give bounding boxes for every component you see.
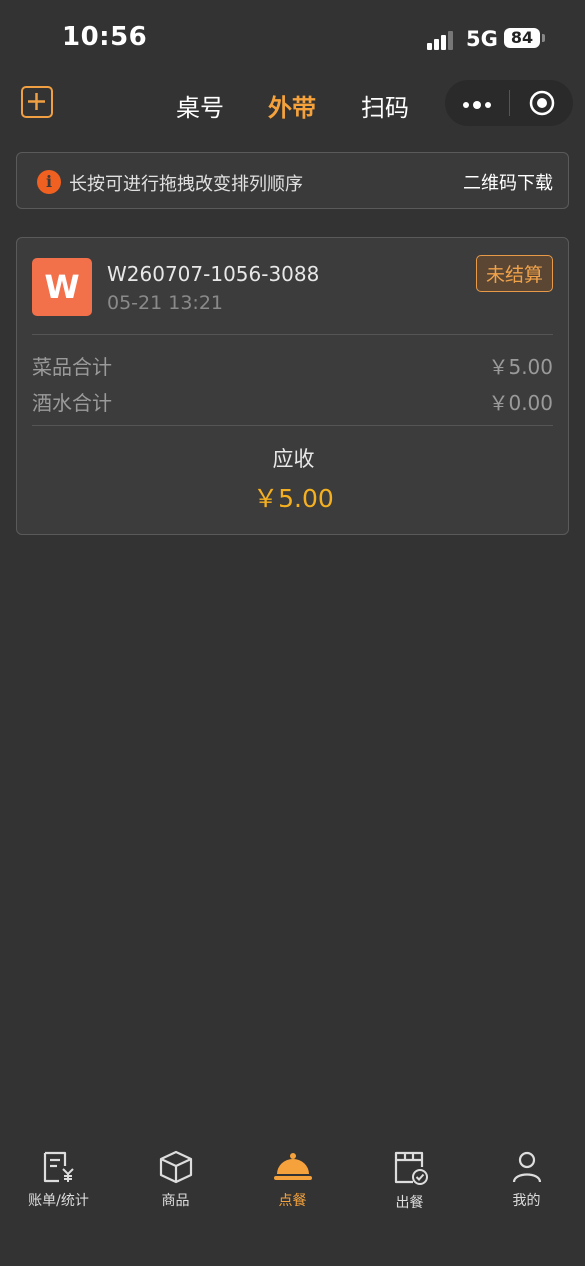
- info-icon: i: [37, 170, 61, 194]
- bill-icon: [43, 1151, 74, 1183]
- close-target-icon[interactable]: [529, 90, 555, 116]
- cloche-icon: [273, 1153, 312, 1180]
- tab-table-number[interactable]: 桌号: [176, 88, 224, 123]
- user-icon: [512, 1151, 541, 1183]
- drinks-total-label: 酒水合计: [32, 391, 112, 415]
- tab-order-label: 点餐: [278, 1193, 307, 1209]
- notice-bar: i 长按可进行拖拽改变排列顺序 二维码下载: [16, 152, 569, 209]
- order-avatar: W: [32, 258, 92, 316]
- drinks-total-value: ￥0.00: [488, 391, 553, 415]
- capsule-divider: [509, 90, 510, 116]
- tab-serve[interactable]: 出餐: [351, 1150, 468, 1212]
- order-number: W260707-1056-3088: [107, 262, 320, 286]
- dishes-total-value: ￥5.00: [488, 355, 553, 379]
- notice-text: 长按可进行拖拽改变排列顺序: [69, 174, 303, 195]
- top-nav: 桌号 外带 扫码: [0, 78, 585, 132]
- qr-download-link[interactable]: 二维码下载: [463, 169, 553, 195]
- tab-bill-stats-label: 账单/统计: [28, 1193, 89, 1209]
- tab-bill-stats[interactable]: 账单/统计: [0, 1150, 117, 1210]
- amount-due-value: ￥5.00: [253, 484, 334, 513]
- status-badge: 未结算: [475, 255, 553, 292]
- amount-due-label: 应收: [272, 447, 315, 471]
- add-button[interactable]: [21, 86, 53, 118]
- dishes-total-label: 菜品合计: [32, 355, 112, 379]
- divider: [32, 425, 553, 426]
- order-card[interactable]: W W260707-1056-3088 05-21 13:21 未结算 菜品合计…: [16, 237, 569, 535]
- tab-takeaway[interactable]: 外带: [268, 88, 316, 123]
- tab-serve-label: 出餐: [395, 1195, 424, 1211]
- tab-products[interactable]: 商品: [117, 1150, 234, 1210]
- box-icon: [159, 1150, 192, 1184]
- plus-icon: [28, 93, 45, 110]
- status-time: 10:56: [62, 22, 148, 52]
- tab-scan[interactable]: 扫码: [361, 88, 409, 123]
- signal-icon: [427, 28, 457, 50]
- network-type: 5G: [466, 27, 498, 51]
- bottom-tab-bar: 账单/统计 商品 点餐 出餐 我的: [0, 1140, 585, 1220]
- battery-icon: 84: [504, 28, 540, 48]
- mini-program-capsule: [445, 80, 573, 126]
- serve-icon: [394, 1151, 428, 1185]
- tab-profile-label: 我的: [512, 1193, 541, 1209]
- battery-tip: [542, 34, 545, 42]
- divider: [32, 334, 553, 335]
- status-bar: 10:56 5G 84: [0, 0, 585, 72]
- tab-order[interactable]: 点餐: [234, 1150, 351, 1210]
- order-time: 05-21 13:21: [107, 292, 224, 314]
- tab-profile[interactable]: 我的: [468, 1150, 585, 1210]
- tab-products-label: 商品: [161, 1193, 190, 1209]
